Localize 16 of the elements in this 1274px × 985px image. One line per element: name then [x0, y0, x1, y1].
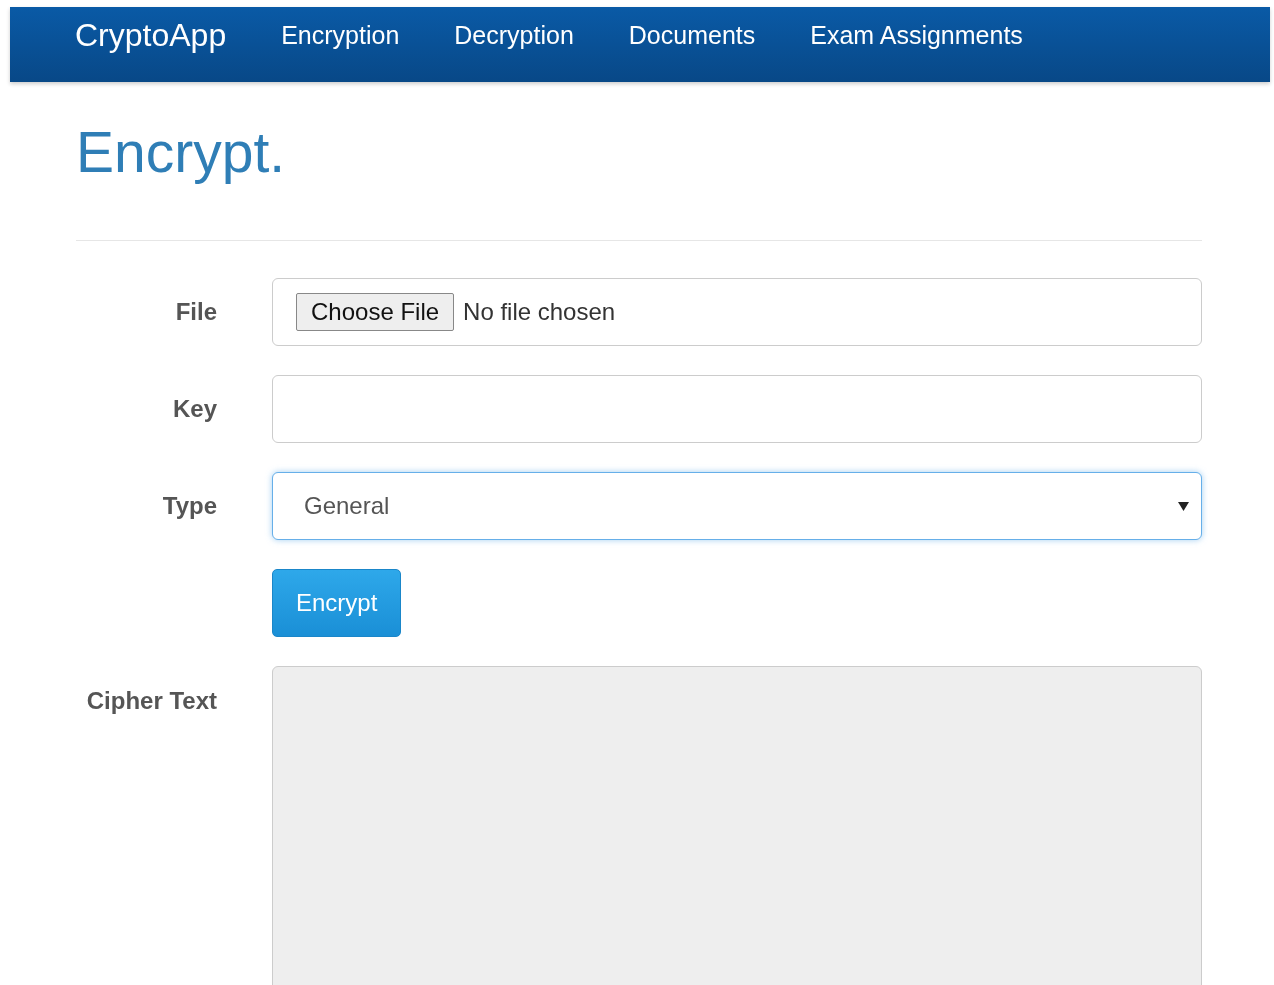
- field-label: Key: [171, 394, 217, 424]
- page-title: Encrypt.: [76, 120, 287, 184]
- choose-file-button[interactable]: Choose File: [296, 293, 455, 331]
- caret-icon: [1178, 501, 1189, 511]
- nav-link[interactable]: Exam Assignments: [810, 21, 1023, 50]
- field-label: Type: [161, 491, 217, 521]
- nav-link[interactable]: Documents: [628, 21, 756, 50]
- field-label: Cipher Text: [85, 686, 217, 716]
- nav-link[interactable]: Decryption: [454, 21, 574, 50]
- key-field[interactable]: [272, 375, 1202, 443]
- brand-link[interactable]: CryptoApp: [75, 17, 227, 54]
- type-select[interactable]: General: [272, 472, 1202, 540]
- field-label: File: [174, 297, 217, 327]
- file-field[interactable]: Choose File No file chosen: [272, 278, 1202, 346]
- file-status: No file chosen: [463, 298, 616, 326]
- nav-link[interactable]: Encryption: [281, 21, 400, 50]
